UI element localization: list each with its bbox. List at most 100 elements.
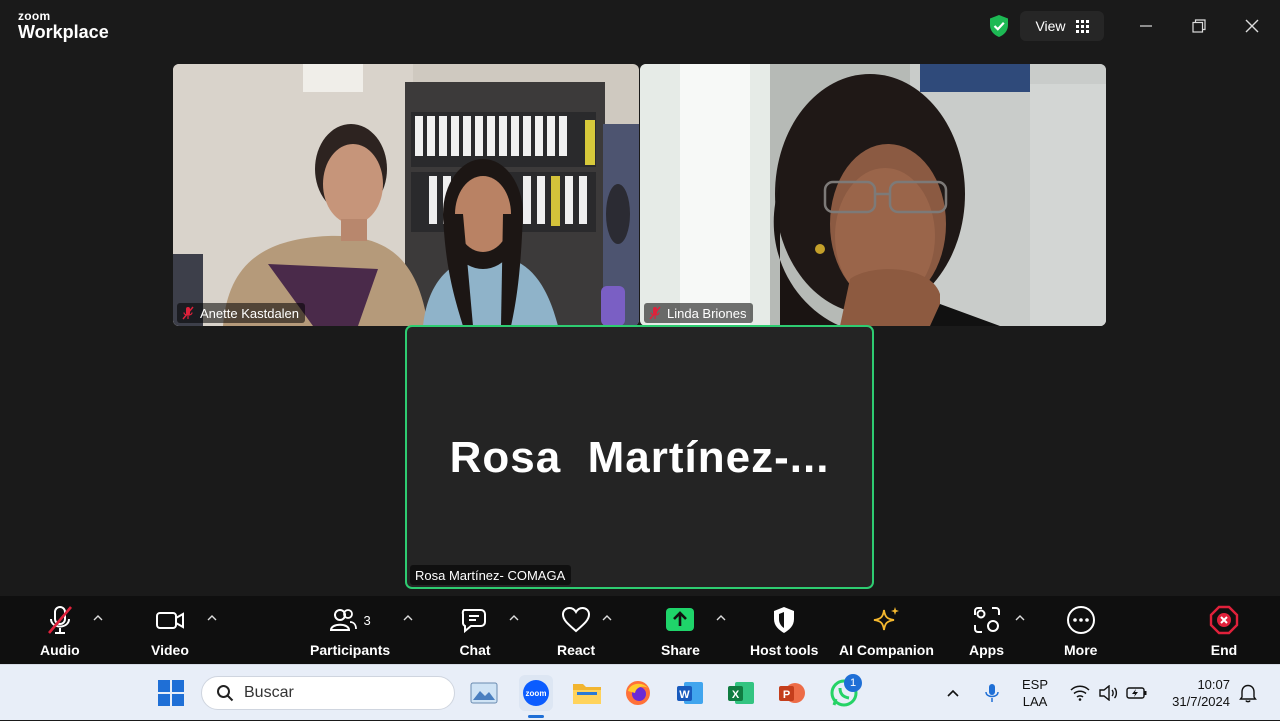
participant-name: Anette Kastdalen — [200, 305, 300, 321]
microphone-tray-button[interactable] — [983, 665, 1001, 721]
view-label: View — [1035, 18, 1066, 34]
more-label: More — [1064, 642, 1098, 658]
video-options-caret[interactable] — [206, 612, 220, 626]
chevron-up-icon — [602, 615, 612, 621]
video-tile-anette[interactable]: Anette Kastdalen — [173, 64, 639, 326]
taskbar-clock[interactable]: 10:07 31/7/2024 — [1160, 676, 1230, 710]
chevron-up-icon — [403, 615, 413, 621]
taskbar-app-file-explorer[interactable] — [571, 677, 603, 709]
host-shield-icon — [774, 607, 795, 633]
microphone-icon — [985, 684, 999, 702]
ai-companion-button[interactable]: AI Companion — [839, 604, 934, 658]
show-hidden-icons-button[interactable] — [945, 665, 961, 721]
close-icon — [1245, 19, 1259, 33]
taskbar-search-box[interactable]: Buscar — [201, 676, 455, 710]
battery-charging-icon — [1126, 687, 1147, 699]
video-camera-icon — [155, 612, 184, 629]
chat-bubble-icon — [461, 609, 486, 634]
search-placeholder: Buscar — [244, 684, 294, 701]
notification-badge: 1 — [844, 674, 862, 692]
react-label: React — [557, 642, 596, 658]
apps-button[interactable]: Apps — [969, 604, 1004, 658]
svg-text:X: X — [732, 689, 740, 701]
notifications-button[interactable] — [1239, 665, 1257, 721]
language-indicator[interactable]: ESP LAA — [1022, 665, 1048, 721]
participant-video-feed — [640, 64, 1106, 326]
share-button[interactable]: Share — [661, 604, 700, 658]
participant-nametag: Rosa Martínez- COMAGA — [410, 565, 572, 585]
ai-companion-label: AI Companion — [839, 642, 934, 658]
muted-mic-icon — [649, 306, 661, 320]
apps-options-caret[interactable] — [1014, 612, 1028, 626]
react-button[interactable]: React — [557, 604, 595, 658]
wifi-icon — [1070, 685, 1090, 701]
taskbar-app-powerpoint[interactable]: P — [776, 677, 808, 709]
participant-video-feed — [173, 64, 639, 326]
minimize-button[interactable] — [1131, 12, 1161, 40]
video-label: Video — [151, 642, 189, 658]
firefox-icon — [626, 681, 650, 705]
system-tray-status[interactable] — [1070, 665, 1148, 721]
powerpoint-icon: P — [779, 683, 805, 703]
participants-label: Participants — [310, 642, 391, 658]
muted-microphone-icon — [47, 606, 72, 634]
excel-icon: X — [728, 682, 754, 704]
logo-workplace-text: Workplace — [18, 22, 109, 42]
participant-nametag: Anette Kastdalen — [177, 303, 306, 323]
windows-start-icon — [158, 680, 184, 706]
restore-button[interactable] — [1184, 12, 1214, 40]
zoom-workplace-logo: zoom Workplace — [18, 10, 109, 41]
view-button[interactable]: View — [1020, 11, 1104, 41]
svg-text:zoom: zoom — [526, 689, 547, 698]
taskbar-app-photos[interactable] — [468, 677, 500, 709]
chat-button[interactable]: Chat — [459, 604, 491, 658]
participant-name: Linda Briones — [667, 305, 747, 321]
clock-date: 31/7/2024 — [1172, 694, 1230, 709]
zoom-icon: zoom — [523, 680, 549, 706]
share-options-caret[interactable] — [715, 612, 729, 626]
participants-icon — [330, 609, 358, 631]
participants-button[interactable]: 3 Participants — [310, 604, 390, 658]
taskbar-app-zoom[interactable]: zoom — [519, 675, 553, 711]
close-button[interactable] — [1237, 12, 1267, 40]
participants-count: 3 — [363, 612, 371, 628]
end-meeting-button[interactable]: End — [1208, 604, 1240, 658]
host-tools-label: Host tools — [750, 642, 819, 658]
react-options-caret[interactable] — [601, 612, 615, 626]
chevron-up-icon — [93, 615, 103, 621]
audio-label: Audio — [40, 642, 80, 658]
taskbar-app-word[interactable]: W — [674, 677, 706, 709]
participant-display-name: Rosa Martínez-... — [449, 433, 830, 482]
windows-taskbar: Buscar zoom W X P 1 ESP LAA 10:07 31/7/2… — [0, 664, 1280, 720]
share-label: Share — [661, 642, 700, 658]
audio-options-caret[interactable] — [92, 612, 106, 626]
file-explorer-icon — [573, 684, 601, 704]
photos-icon — [470, 682, 498, 704]
chat-label: Chat — [459, 642, 491, 658]
participants-options-caret[interactable] — [402, 612, 416, 626]
restore-icon — [1192, 19, 1206, 33]
chat-options-caret[interactable] — [508, 612, 522, 626]
active-app-indicator — [528, 715, 544, 718]
volume-icon — [1099, 685, 1118, 701]
muted-mic-icon — [182, 306, 194, 320]
language-code: ESP — [1022, 677, 1049, 692]
apps-icon — [973, 607, 1000, 633]
taskbar-app-firefox[interactable] — [622, 677, 654, 709]
start-button[interactable] — [155, 677, 187, 709]
video-tile-rosa-active-speaker[interactable]: Rosa Martínez-... Rosa Martínez- COMAGA — [405, 325, 874, 589]
host-tools-button[interactable]: Host tools — [750, 604, 818, 658]
participant-nametag: Linda Briones — [644, 303, 753, 323]
chevron-up-icon — [509, 615, 519, 621]
encryption-shield-icon[interactable] — [988, 14, 1010, 38]
chevron-up-icon — [207, 615, 217, 621]
more-button[interactable]: More — [1064, 604, 1097, 658]
video-tile-linda[interactable]: Linda Briones — [640, 64, 1106, 326]
video-button[interactable]: Video — [151, 604, 189, 658]
ai-sparkle-icon — [874, 607, 900, 631]
chevron-up-icon — [716, 615, 726, 621]
search-icon — [217, 685, 234, 702]
taskbar-app-excel[interactable]: X — [725, 677, 757, 709]
audio-button[interactable]: Audio — [40, 604, 80, 658]
word-icon: W — [677, 682, 703, 704]
